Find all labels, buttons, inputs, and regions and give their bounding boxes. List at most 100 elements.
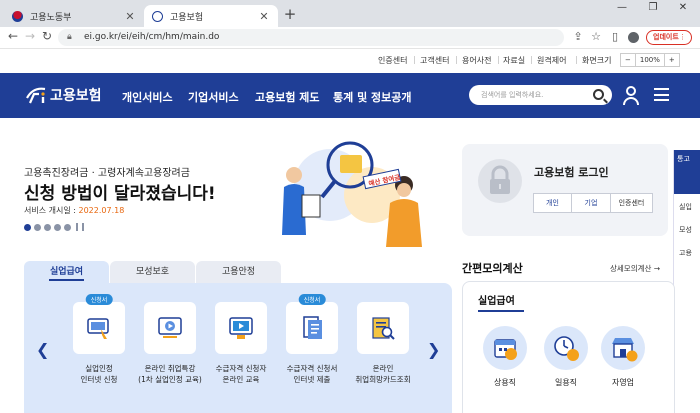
application-badge: 신청서 (85, 294, 113, 305)
menu-insurance-system[interactable]: 고용보험 제도 (255, 89, 320, 105)
online-education-icon (229, 317, 253, 339)
service-item[interactable]: 수급자격 신청자온라인 교육 (206, 302, 276, 385)
hero-title[interactable]: 신청 방법이 달라졌습니다! (24, 179, 216, 204)
login-personal-button[interactable]: 개인 (533, 193, 572, 213)
user-icon[interactable] (623, 86, 639, 105)
util-label-screen-size: 화면크기 (582, 56, 612, 65)
side-item[interactable]: 고용 (679, 248, 692, 258)
service-label-2: 인터넷 신청 (80, 375, 118, 384)
slide-dot[interactable] (34, 223, 41, 231)
service-label-2: (1차 실업인정 교육) (138, 375, 202, 384)
self-employed-store-icon (612, 338, 638, 362)
login-business-button[interactable]: 기업 (571, 193, 611, 213)
service-item[interactable]: 온라인 취업특강 (1차 실업인정 교육) (135, 302, 205, 385)
calc-regular-worker-button[interactable]: 상용직 (480, 326, 530, 388)
login-cert-center-button[interactable]: 인증센터 (610, 193, 653, 213)
service-label-2: 취업희망카드조회 (355, 375, 411, 384)
side-strip-header[interactable]: 통고 (674, 150, 700, 194)
zoom-control: − 100% + (620, 53, 680, 67)
tab-favicon-icon (152, 10, 163, 22)
logo-text: 고용보험 (50, 88, 102, 104)
hero-illustration: 예산 참여금 (272, 135, 432, 250)
service-label-1: 온라인 (372, 364, 394, 373)
service-label-2: 온라인 교육 (222, 375, 260, 384)
service-item[interactable]: 온라인취업희망카드조회 (348, 302, 418, 385)
minimize-icon[interactable]: — (615, 2, 629, 13)
video-lecture-icon (158, 317, 182, 338)
zoom-out-button[interactable]: − (621, 54, 635, 66)
calc-button-label: 자영업 (611, 378, 635, 387)
main-navigation: 고용보험 개인서비스 기업서비스 고용보험 제도 통계 및 정보공개 검색어를 … (0, 73, 700, 118)
pause-icon[interactable] (76, 223, 84, 231)
tab-title: 고용노동부 (30, 12, 72, 23)
browser-tab-2[interactable]: 고용보험 ✕ (144, 5, 278, 27)
service-label-1: 수급자격 신청자 (215, 364, 267, 373)
calc-daily-worker-button[interactable]: 일용직 (541, 326, 591, 388)
util-link-glossary[interactable]: 용어사전 (462, 55, 491, 66)
slide-dot[interactable] (24, 223, 31, 231)
util-link-archive[interactable]: 자료실 (503, 55, 525, 66)
update-button[interactable]: 업데이트 ⋮ (646, 30, 692, 45)
slide-dot[interactable] (64, 223, 71, 231)
next-arrow-icon[interactable]: ❯ (427, 340, 440, 359)
prev-arrow-icon[interactable]: ❮ (36, 340, 49, 359)
slide-indicator (24, 223, 84, 231)
menu-statistics-info[interactable]: 통계 및 정보공개 (333, 89, 412, 105)
slide-dot[interactable] (54, 223, 61, 231)
side-panel-icon[interactable]: ▯ (608, 30, 622, 43)
tab-favicon-icon (12, 10, 23, 22)
service-item[interactable]: 신청서 수급자격 신청서 인터넷 제출 (277, 294, 347, 385)
browser-tab-1[interactable]: 고용노동부 ✕ (4, 5, 144, 27)
hamburger-menu-icon[interactable] (654, 88, 669, 101)
reload-icon[interactable]: ↻ (40, 29, 54, 43)
login-card: 고용보험 로그인 개인 기업 인증센터 (462, 144, 668, 236)
profile-avatar-icon[interactable] (628, 32, 639, 43)
service-item[interactable]: 신청서 실업인정인터넷 신청 (64, 294, 134, 385)
calc-self-employed-button[interactable]: 자영업 (598, 326, 648, 388)
back-icon[interactable]: ← (6, 29, 20, 43)
search-icon[interactable] (593, 89, 604, 100)
tab-unemployment-benefit[interactable]: 실업급여 (24, 261, 109, 283)
bookmark-star-icon[interactable]: ☆ (589, 30, 603, 43)
lock-icon: 🔒︎ (67, 32, 72, 42)
tab-title: 고용보험 (170, 12, 204, 23)
calculator-title: 간편모의계산 (462, 262, 523, 275)
tab-maternity-protection[interactable]: 모성보호 (110, 261, 195, 283)
service-label-1: 실업인정 (85, 364, 113, 373)
tab-employment-stability[interactable]: 고용안정 (196, 261, 281, 283)
hero-subtitle: 고용촉진장려금 · 고령자계속고용장려금 (24, 168, 190, 179)
calc-button-label: 상용직 (493, 378, 517, 387)
page-viewport: 인증센터 | 고객센터 | 용어사전 | 자료실 | 원격제어 | 화면크기 −… (0, 49, 700, 413)
maximize-icon[interactable]: ❐ (646, 2, 660, 13)
util-link-remote-control[interactable]: 원격제어 (537, 55, 566, 66)
calculator-box: 실업급여 상용직 일용직 자영업 (462, 281, 675, 413)
share-icon[interactable]: ⇪ (571, 30, 585, 43)
slide-dot[interactable] (44, 223, 51, 231)
daily-worker-icon (554, 336, 579, 361)
menu-personal-service[interactable]: 개인서비스 (122, 89, 173, 105)
url-text: ei.go.kr/ei/eih/cm/hm/main.do (84, 32, 220, 42)
side-item[interactable]: 실입 (679, 202, 692, 212)
hero-date: 서비스 개시일 : 2022.07.18 (24, 206, 125, 215)
browser-tabstrip: 고용노동부 ✕ 고용보험 ✕ + — ❐ ✕ (0, 0, 700, 27)
service-tabs: 실업급여 모성보호 고용안정 (24, 261, 282, 283)
close-tab-icon[interactable]: ✕ (258, 10, 270, 23)
forward-icon[interactable]: → (23, 29, 37, 43)
zoom-in-button[interactable]: + (665, 54, 679, 66)
search-input[interactable]: 검색어를 입력하세요. (469, 85, 612, 105)
utility-bar: 인증센터 | 고객센터 | 용어사전 | 자료실 | 원격제어 | 화면크기 −… (0, 49, 700, 73)
util-link-auth-center[interactable]: 인증센터 (378, 55, 407, 66)
service-label-2: 인터넷 제출 (293, 375, 331, 384)
window-close-icon[interactable]: ✕ (676, 2, 690, 13)
side-item[interactable]: 모성 (679, 225, 692, 235)
util-link-customer-center[interactable]: 고객센터 (420, 55, 449, 66)
login-title: 고용보험 로그인 (534, 166, 609, 179)
site-logo[interactable]: 고용보험 (25, 85, 102, 105)
menu-business-service[interactable]: 기업서비스 (188, 89, 239, 105)
regular-worker-icon (494, 339, 517, 360)
new-tab-icon[interactable]: + (282, 5, 298, 23)
url-input[interactable]: 🔒︎ ei.go.kr/ei/eih/cm/hm/main.do (58, 29, 564, 46)
calc-button-label: 일용직 (554, 378, 578, 387)
detailed-calculation-link[interactable]: 상세모의계산 → (610, 263, 660, 274)
close-tab-icon[interactable]: ✕ (124, 10, 136, 23)
